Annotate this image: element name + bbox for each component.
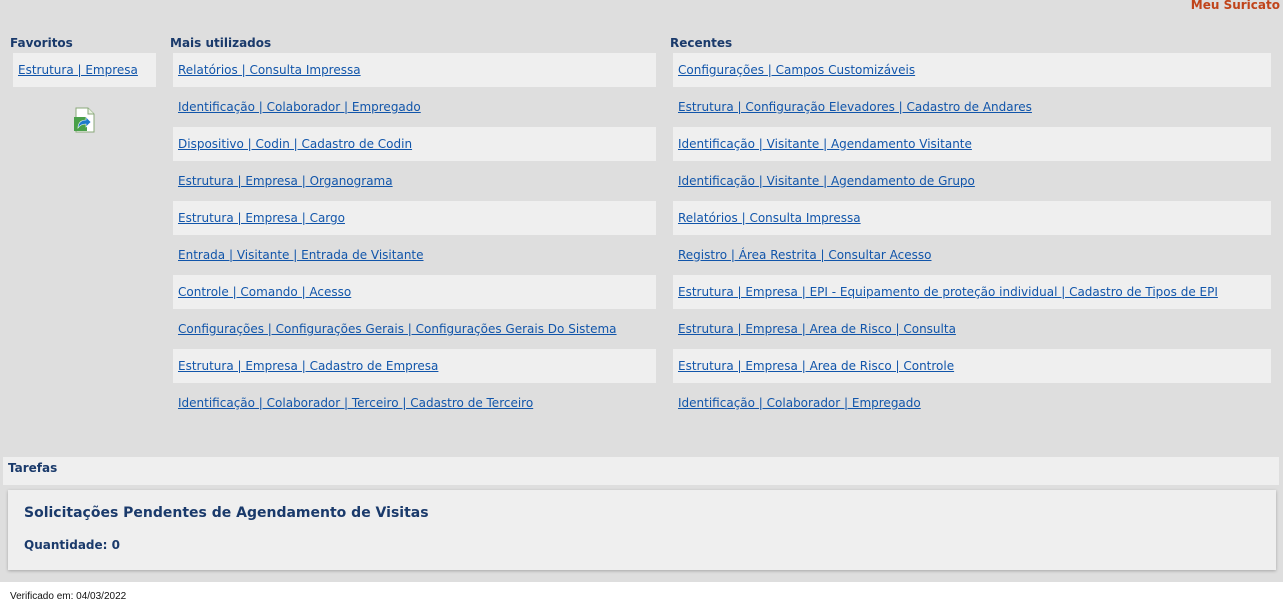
most-used-item: Controle | Comando | Acesso <box>173 275 656 309</box>
tasks-header: Tarefas <box>3 457 1279 485</box>
most-used-link[interactable]: Relatórios | Consulta Impressa <box>178 63 361 77</box>
recent-item: Configurações | Campos Customizáveis <box>673 53 1271 87</box>
favorite-link[interactable]: Estrutura | Empresa <box>18 63 138 77</box>
recent-item: Registro | Área Restrita | Consultar Ace… <box>673 238 1271 272</box>
recent-link[interactable]: Estrutura | Configuração Elevadores | Ca… <box>678 100 1032 114</box>
pending-visits-heading[interactable]: Solicitações Pendentes de Agendamento de… <box>24 505 429 521</box>
recent-link[interactable]: Identificação | Colaborador | Empregado <box>678 396 921 410</box>
recent-item: Identificação | Colaborador | Empregado <box>673 386 1271 420</box>
recent-item: Estrutura | Configuração Elevadores | Ca… <box>673 90 1271 124</box>
recent-item: Relatórios | Consulta Impressa <box>673 201 1271 235</box>
recent-item: Identificação | Visitante | Agendamento … <box>673 127 1271 161</box>
recent-item: Estrutura | Empresa | EPI - Equipamento … <box>673 275 1271 309</box>
most-used-link[interactable]: Identificação | Colaborador | Terceiro |… <box>178 396 533 410</box>
most-used-item: Entrada | Visitante | Entrada de Visitan… <box>173 238 656 272</box>
most-used-list: Relatórios | Consulta Impressa Identifica… <box>173 53 656 423</box>
most-used-item: Identificação | Colaborador | Empregado <box>173 90 656 124</box>
recent-list: Configurações | Campos Customizáveis Estr… <box>673 53 1271 423</box>
most-used-title: Mais utilizados <box>170 36 272 50</box>
recent-link[interactable]: Relatórios | Consulta Impressa <box>678 211 861 225</box>
main-area: Meu Suricato Favoritos Mais utilizados R… <box>0 0 1283 582</box>
recent-link[interactable]: Estrutura | Empresa | Area de Risco | Co… <box>678 322 956 336</box>
most-used-item: Identificação | Colaborador | Terceiro |… <box>173 386 656 420</box>
most-used-link[interactable]: Dispositivo | Codin | Cadastro de Codin <box>178 137 412 151</box>
recent-title: Recentes <box>670 36 733 50</box>
most-used-link[interactable]: Estrutura | Empresa | Cargo <box>178 211 345 225</box>
most-used-item: Estrutura | Empresa | Cadastro de Empres… <box>173 349 656 383</box>
most-used-item: Dispositivo | Codin | Cadastro de Codin <box>173 127 656 161</box>
recent-link[interactable]: Estrutura | Empresa | EPI - Equipamento … <box>678 285 1218 299</box>
most-used-item: Estrutura | Empresa | Organograma <box>173 164 656 198</box>
most-used-link[interactable]: Estrutura | Empresa | Organograma <box>178 174 393 188</box>
brand-link[interactable]: Meu Suricato <box>1191 0 1280 12</box>
most-used-item: Configurações | Configurações Gerais | C… <box>173 312 656 346</box>
recent-link[interactable]: Identificação | Visitante | Agendamento … <box>678 174 975 188</box>
recent-link[interactable]: Configurações | Campos Customizáveis <box>678 63 915 77</box>
most-used-item: Estrutura | Empresa | Cargo <box>173 201 656 235</box>
recent-link[interactable]: Registro | Área Restrita | Consultar Ace… <box>678 248 932 262</box>
pending-visits-count: Quantidade: 0 <box>24 538 120 552</box>
recent-item: Identificação | Visitante | Agendamento … <box>673 164 1271 198</box>
favorite-item: Estrutura | Empresa <box>13 53 156 87</box>
most-used-link[interactable]: Estrutura | Empresa | Cadastro de Empres… <box>178 359 438 373</box>
export-arrow-icon[interactable] <box>73 107 97 133</box>
verified-date: Verificado em: 04/03/2022 <box>10 591 127 602</box>
pending-visits-card: Solicitações Pendentes de Agendamento de… <box>8 490 1276 570</box>
recent-item: Estrutura | Empresa | Area de Risco | Co… <box>673 312 1271 346</box>
most-used-item: Relatórios | Consulta Impressa <box>173 53 656 87</box>
most-used-link[interactable]: Controle | Comando | Acesso <box>178 285 351 299</box>
recent-link[interactable]: Estrutura | Empresa | Area de Risco | Co… <box>678 359 954 373</box>
most-used-link[interactable]: Entrada | Visitante | Entrada de Visitan… <box>178 248 424 262</box>
recent-item: Estrutura | Empresa | Area de Risco | Co… <box>673 349 1271 383</box>
most-used-link[interactable]: Identificação | Colaborador | Empregado <box>178 100 421 114</box>
favorites-list: Estrutura | Empresa <box>13 53 156 90</box>
recent-link[interactable]: Identificação | Visitante | Agendamento … <box>678 137 972 151</box>
tasks-title: Tarefas <box>8 461 58 475</box>
favorites-title: Favoritos <box>10 36 73 50</box>
most-used-link[interactable]: Configurações | Configurações Gerais | C… <box>178 322 617 336</box>
